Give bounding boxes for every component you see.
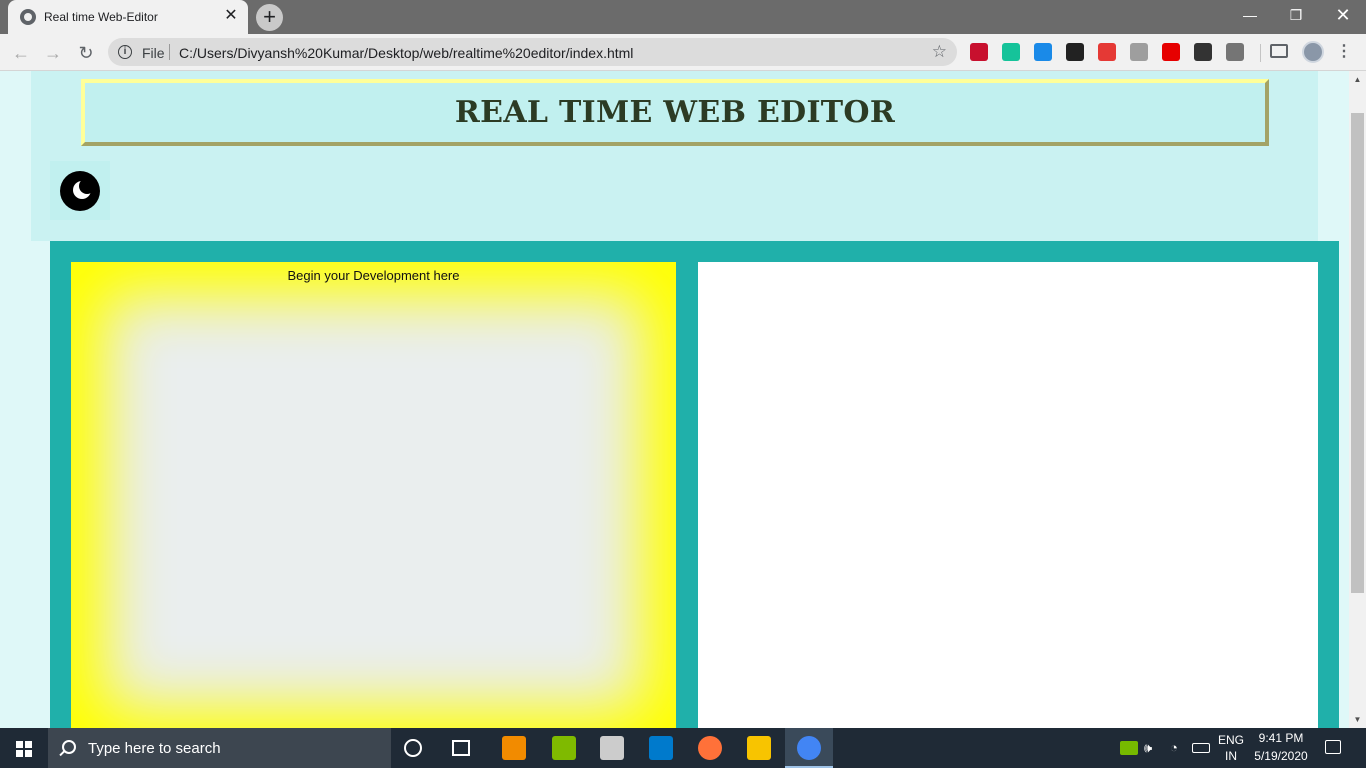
windows-taskbar: Type here to search 🕪 ◔ ENG IN 9:41 PM 5…: [0, 728, 1366, 768]
browser-menu-icon[interactable]: ⋮: [1336, 43, 1352, 61]
tab-close-icon[interactable]: ✕: [222, 7, 240, 25]
forward-button[interactable]: →: [41, 41, 65, 65]
scroll-down-button[interactable]: ▼: [1349, 711, 1366, 728]
language-code: ENG: [1217, 733, 1244, 747]
address-bar[interactable]: i File C:/Users/Divyansh%20Kumar/Desktop…: [108, 38, 957, 66]
microsoft-store-icon[interactable]: [552, 736, 576, 760]
download-extension-icon[interactable]: [1034, 43, 1052, 61]
volume-icon[interactable]: 🕪: [1144, 740, 1152, 756]
document-extension-icon[interactable]: [1066, 43, 1084, 61]
clock[interactable]: 9:41 PM 5/19/2020: [1252, 731, 1310, 763]
sublime-text-icon[interactable]: [502, 736, 526, 760]
scroll-up-button[interactable]: ▲: [1349, 71, 1366, 88]
start-button[interactable]: [0, 728, 48, 768]
browser-toolbar: ← → ↻ i File C:/Users/Divyansh%20Kumar/D…: [0, 34, 1366, 71]
bookmark-star-icon[interactable]: ☆: [932, 42, 947, 62]
notification-center-icon[interactable]: [1325, 740, 1341, 754]
back-button[interactable]: ←: [9, 41, 33, 65]
page-header: REAL TIME WEB EDITOR: [81, 79, 1269, 146]
cube-extension-icon[interactable]: [1194, 43, 1212, 61]
file-explorer-icon[interactable]: [747, 736, 771, 760]
moon-shadow: [79, 178, 95, 194]
search-icon: [62, 740, 76, 754]
page-title: REAL TIME WEB EDITOR: [454, 95, 896, 130]
info-icon[interactable]: i: [118, 45, 132, 59]
editor-frame: Begin your Development here: [50, 241, 1339, 728]
mouse-extension-icon[interactable]: [1130, 43, 1148, 61]
scrollbar-thumb[interactable]: [1351, 113, 1364, 593]
image-extension-icon[interactable]: [1226, 43, 1244, 61]
speedtest-extension-icon[interactable]: [1098, 43, 1116, 61]
task-view-icon[interactable]: [452, 740, 470, 756]
code-editor[interactable]: Begin your Development here: [71, 262, 676, 728]
cortana-icon[interactable]: [404, 739, 422, 757]
windows-logo-icon: [16, 741, 32, 757]
wifi-icon[interactable]: ◔: [1170, 740, 1178, 755]
battery-icon[interactable]: [1192, 743, 1210, 753]
mcafee-extension-icon[interactable]: [970, 43, 988, 61]
minimize-button[interactable]: —: [1227, 0, 1273, 30]
browser-tab-strip: Real time Web-Editor ✕ + — ❐ ✕: [0, 0, 1366, 34]
reload-button[interactable]: ↻: [74, 41, 98, 65]
url-separator: [169, 44, 170, 60]
language-indicator[interactable]: ENG IN: [1212, 733, 1250, 763]
nvidia-tray-icon[interactable]: [1120, 741, 1138, 755]
language-region: IN: [1225, 749, 1237, 763]
profile-avatar[interactable]: [1302, 41, 1324, 63]
security-chip-label[interactable]: File: [142, 45, 165, 61]
restore-button[interactable]: ❐: [1273, 0, 1319, 30]
toolbar-separator: [1260, 44, 1261, 62]
tab-title: Real time Web-Editor: [44, 10, 158, 24]
new-tab-button[interactable]: +: [256, 4, 283, 31]
adblock-extension-icon[interactable]: [1162, 43, 1180, 61]
network-app-icon[interactable]: [600, 736, 624, 760]
code-editor-placeholder: Begin your Development here: [287, 268, 460, 283]
preview-output-pane[interactable]: [698, 262, 1318, 728]
vscode-icon[interactable]: [649, 736, 673, 760]
firefox-icon[interactable]: [698, 736, 722, 760]
clock-time: 9:41 PM: [1258, 731, 1304, 745]
clock-date: 5/19/2020: [1254, 749, 1308, 763]
globe-icon: [20, 9, 36, 25]
search-placeholder: Type here to search: [88, 740, 221, 757]
page-viewport: REAL TIME WEB EDITOR Begin your Developm…: [0, 71, 1349, 728]
browser-tab[interactable]: Real time Web-Editor ✕: [8, 0, 248, 34]
chrome-icon[interactable]: [797, 736, 821, 760]
page-scrollbar[interactable]: ▲ ▼: [1349, 71, 1366, 728]
moon-icon: [60, 171, 100, 211]
window-close-button[interactable]: ✕: [1320, 0, 1366, 30]
theme-toggle-button[interactable]: [50, 161, 110, 220]
url-text[interactable]: C:/Users/Divyansh%20Kumar/Desktop/web/re…: [179, 45, 633, 61]
cast-icon[interactable]: [1270, 44, 1288, 58]
grammarly-extension-icon[interactable]: [1002, 43, 1020, 61]
taskbar-search-box[interactable]: Type here to search: [48, 728, 391, 768]
